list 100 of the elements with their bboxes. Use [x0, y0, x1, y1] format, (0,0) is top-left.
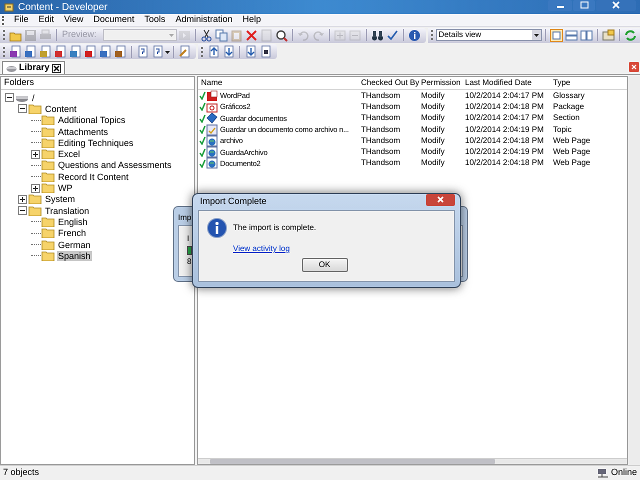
table-cell-text: 10/2/2014 2:04:19 PM: [464, 146, 545, 158]
column-header[interactable]: Type: [550, 77, 616, 89]
menu-item[interactable]: Administration: [170, 13, 238, 27]
delete-icon[interactable]: [244, 28, 258, 42]
document-icon: [206, 100, 218, 113]
folder-icon: [41, 183, 55, 194]
details-view-icon[interactable]: [550, 28, 563, 42]
scissors-icon[interactable]: [200, 28, 213, 42]
download-icon[interactable]: [222, 45, 235, 58]
minimize-icon[interactable]: [548, 0, 572, 11]
properties-icon[interactable]: [602, 28, 615, 42]
expander-icon[interactable]: [5, 93, 14, 102]
expander-icon[interactable]: [18, 206, 27, 216]
folder-icon: [41, 149, 55, 160]
folder-icon: [41, 228, 55, 238]
table-cell-text: Modify: [420, 124, 446, 136]
dialog-text: 8: [187, 256, 192, 268]
menu-item[interactable]: View: [59, 13, 88, 27]
table-cell-text: Web Page: [552, 134, 592, 147]
download-icon[interactable]: [244, 45, 257, 58]
tree-item[interactable]: Translation: [44, 206, 90, 216]
app-icon: [4, 2, 14, 12]
tree-item[interactable]: German: [57, 240, 92, 250]
folders-header: Folders: [1, 77, 194, 90]
table-cell-text: Modify: [420, 157, 446, 170]
expander-icon[interactable]: [18, 104, 27, 114]
menu-item[interactable]: Help: [237, 13, 266, 27]
ok-button[interactable]: OK: [302, 258, 348, 272]
document-icon[interactable]: [259, 45, 272, 58]
menu-item[interactable]: Document: [88, 13, 140, 27]
folder-icon: [41, 216, 55, 227]
close-icon[interactable]: [52, 64, 61, 72]
table-cell-text: THandsom: [360, 157, 402, 170]
magnifier-icon[interactable]: [274, 28, 288, 42]
tree-item[interactable]: System: [44, 194, 76, 204]
columns-view-icon[interactable]: [580, 28, 593, 42]
preview-label: Preview:: [61, 28, 98, 42]
column-header[interactable]: Permission: [418, 77, 462, 89]
table-cell-text: THandsom: [360, 124, 402, 136]
view-select[interactable]: Details view: [436, 29, 542, 41]
expander-icon[interactable]: [31, 184, 40, 193]
progress-segment-icon: [187, 246, 192, 255]
tree-item[interactable]: Attachments: [57, 126, 110, 137]
binoculars-icon[interactable]: [370, 28, 384, 42]
tree-item[interactable]: WP: [57, 183, 74, 194]
tree-item[interactable]: Questions and Assessments: [57, 160, 173, 170]
column-header[interactable]: Checked Out By: [358, 77, 418, 89]
column-header[interactable]: Last Modified Date: [462, 77, 550, 89]
status-text: Online: [610, 466, 637, 480]
menu-item[interactable]: Edit: [34, 13, 60, 27]
table-cell-text: Modify: [420, 100, 446, 113]
table-cell-text: THandsom: [360, 146, 402, 158]
activity-log-link[interactable]: View activity log: [233, 243, 290, 255]
maximize-icon[interactable]: [573, 0, 595, 11]
globe-page-icon: [206, 146, 218, 158]
tree-item[interactable]: Content: [44, 104, 78, 114]
tree-item[interactable]: English: [57, 216, 89, 227]
folder-icon: [28, 194, 42, 204]
help-icon[interactable]: [408, 28, 421, 42]
table-cell-text: Web Page: [552, 157, 592, 170]
info-icon: [207, 218, 227, 238]
drive-icon: [6, 64, 17, 72]
tree-item[interactable]: Editing Techniques: [57, 138, 134, 148]
menu-item[interactable]: File: [9, 13, 34, 27]
tree-item[interactable]: Spanish: [57, 250, 92, 261]
spell-check-icon[interactable]: [386, 28, 399, 42]
tree-item[interactable]: Additional Topics: [57, 115, 126, 126]
tree-item[interactable]: /: [31, 92, 36, 103]
help-document-icon[interactable]: [136, 45, 149, 58]
globe-page-icon: [206, 157, 218, 170]
rows-view-icon[interactable]: [564, 28, 578, 42]
folder-icon: [41, 172, 55, 182]
table-cell-text: THandsom: [360, 90, 402, 102]
table-cell-text: Section: [552, 112, 581, 124]
scrollbar-thumb[interactable]: [210, 459, 495, 464]
column-header[interactable]: Name: [198, 77, 358, 89]
network-icon: [596, 468, 609, 478]
document-icon[interactable]: [9, 45, 22, 58]
table-cell-text: 10/2/2014 2:04:17 PM: [464, 112, 545, 124]
copy-icon[interactable]: [214, 28, 228, 42]
folder-icon: [28, 104, 42, 114]
tree-item[interactable]: French: [57, 228, 88, 238]
refresh-icon[interactable]: [624, 28, 637, 42]
diamond-icon: [206, 112, 218, 124]
library-tab[interactable]: Library: [2, 61, 65, 74]
folder-icon: [41, 250, 55, 261]
table-cell-text: THandsom: [360, 112, 402, 124]
table-cell-text: 10/2/2014 2:04:17 PM: [464, 90, 545, 102]
tree-item[interactable]: Excel: [57, 149, 82, 160]
expander-icon[interactable]: [31, 150, 40, 159]
document-icon: [206, 90, 218, 102]
table-cell-text: THandsom: [360, 134, 402, 147]
menu-item[interactable]: Tools: [139, 13, 170, 27]
help-document-icon[interactable]: [151, 45, 164, 58]
document-icon[interactable]: [84, 45, 97, 58]
upload-icon[interactable]: [207, 45, 220, 58]
tree-item[interactable]: Record It Content: [57, 172, 130, 182]
folder-icon: [41, 115, 55, 126]
table-cell-text: Glossary: [552, 90, 586, 102]
expander-icon[interactable]: [18, 194, 27, 204]
